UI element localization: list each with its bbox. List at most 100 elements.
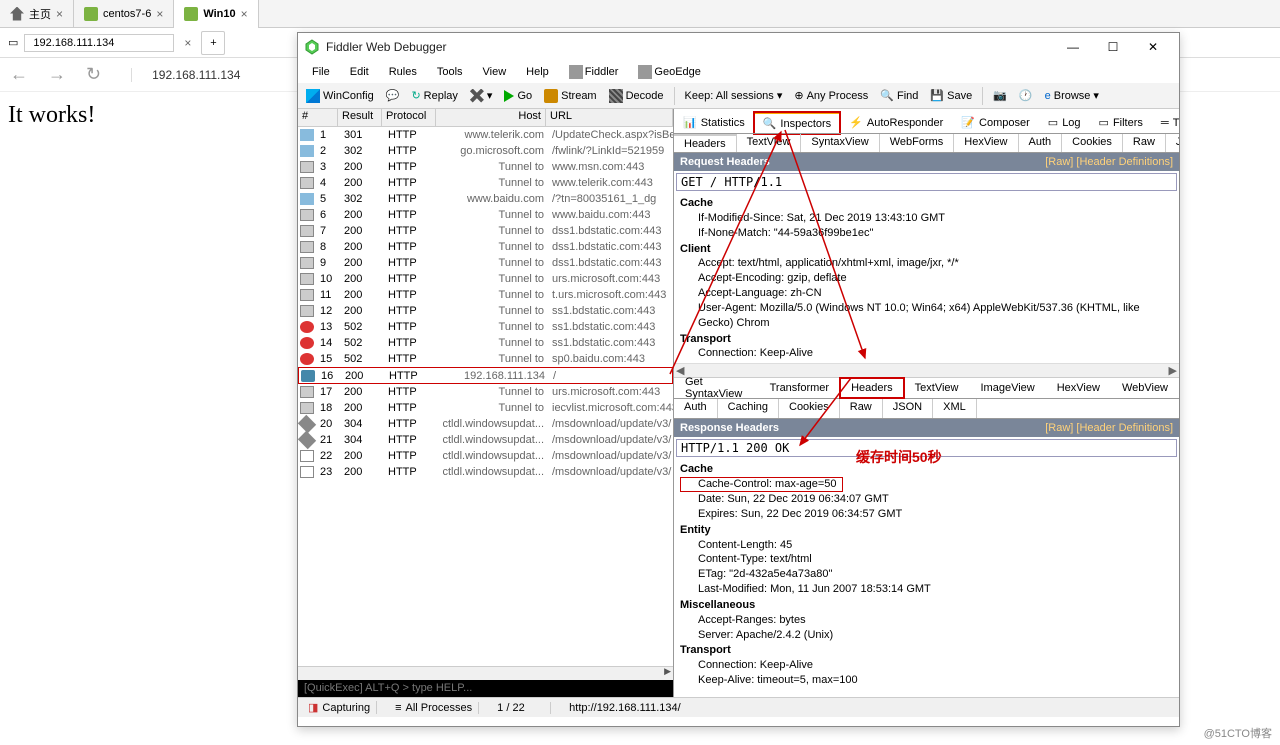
tab-filters[interactable]: ▭Filters — [1090, 112, 1152, 133]
col-num[interactable]: # — [298, 109, 338, 126]
col-url[interactable]: URL — [546, 109, 673, 126]
browse-button[interactable]: eBrowse ▾ — [1041, 87, 1103, 104]
raw-link[interactable]: [Raw] [Header Definitions] — [1045, 156, 1173, 168]
rtab-textview[interactable]: TextView — [904, 378, 970, 398]
table-row[interactable]: 3200HTTPTunnel towww.msn.com:443 — [298, 159, 673, 175]
replay-button[interactable]: ↻Replay — [407, 87, 461, 104]
find-button[interactable]: 🔍Find — [876, 87, 922, 104]
rtab-transformer[interactable]: Transformer — [759, 378, 841, 398]
rtab-headers[interactable]: Headers — [840, 378, 904, 398]
table-row[interactable]: 5302HTTPwww.baidu.com/?tn=80035161_1_dg — [298, 191, 673, 207]
forward-icon[interactable]: → — [48, 64, 66, 85]
table-row[interactable]: 10200HTTPTunnel tours.microsoft.com:443 — [298, 271, 673, 287]
decode-button[interactable]: Decode — [605, 87, 668, 105]
table-row[interactable]: 11200HTTPTunnel tot.urs.microsoft.com:44… — [298, 287, 673, 303]
table-row[interactable]: 7200HTTPTunnel todss1.bdstatic.com:443 — [298, 223, 673, 239]
back-icon[interactable]: ← — [10, 64, 28, 85]
menu-view[interactable]: View — [475, 64, 515, 80]
refresh-icon[interactable]: ↻ — [86, 64, 101, 85]
menu-fiddler[interactable]: Fiddler — [561, 63, 627, 81]
raw-link[interactable]: [Raw] [Header Definitions] — [1045, 422, 1173, 434]
table-row[interactable]: 18200HTTPTunnel toiecvlist.microsoft.com… — [298, 400, 673, 416]
winconfig-button[interactable]: WinConfig — [302, 87, 378, 105]
menu-edit[interactable]: Edit — [342, 64, 377, 80]
rsub-raw[interactable]: Raw — [840, 399, 883, 418]
col-protocol[interactable]: Protocol — [382, 109, 436, 126]
browser-tab-centos[interactable]: centos7-6 × — [74, 0, 174, 28]
timer-button[interactable]: 🕐 — [1015, 87, 1037, 104]
go-button[interactable]: Go — [500, 88, 536, 104]
table-row[interactable]: 2302HTTPgo.microsoft.com/fwlink/?LinkId=… — [298, 143, 673, 159]
rtab-hexview[interactable]: HexView — [1046, 378, 1111, 398]
rtab-imageview[interactable]: ImageView — [970, 378, 1046, 398]
addr-tab[interactable]: 192.168.111.134 — [24, 34, 174, 52]
table-row[interactable]: 9200HTTPTunnel todss1.bdstatic.com:443 — [298, 255, 673, 271]
subtab-json[interactable]: JSON — [1166, 134, 1179, 152]
subtab-webforms[interactable]: WebForms — [880, 134, 955, 152]
rtab-webview[interactable]: WebView — [1111, 378, 1179, 398]
browser-tab-win10[interactable]: Win10 × — [174, 0, 258, 28]
table-row[interactable]: 12200HTTPTunnel toss1.bdstatic.com:443 — [298, 303, 673, 319]
table-row[interactable]: 22200HTTPctldl.windowsupdat.../msdownloa… — [298, 448, 673, 464]
table-row[interactable]: 23200HTTPctldl.windowsupdat.../msdownloa… — [298, 464, 673, 480]
clear-icon[interactable]: × — [184, 36, 191, 50]
col-result[interactable]: Result — [338, 109, 382, 126]
screenshot-button[interactable]: 📷 — [989, 87, 1011, 104]
remove-button[interactable]: ▾ — [466, 87, 497, 105]
table-row[interactable]: 8200HTTPTunnel todss1.bdstatic.com:443 — [298, 239, 673, 255]
subtab-auth[interactable]: Auth — [1019, 134, 1063, 152]
new-tab-button[interactable]: + — [201, 31, 225, 55]
table-row[interactable]: 16200HTTP192.168.111.134/ — [298, 367, 673, 384]
menu-rules[interactable]: Rules — [381, 64, 425, 80]
table-row[interactable]: 17200HTTPTunnel tours.microsoft.com:443 — [298, 384, 673, 400]
tab-statistics[interactable]: 📊Statistics — [674, 112, 754, 133]
address-bar[interactable]: 192.168.111.134 — [131, 68, 250, 82]
table-row[interactable]: 14502HTTPTunnel toss1.bdstatic.com:443 — [298, 335, 673, 351]
save-button[interactable]: 💾Save — [926, 87, 976, 104]
table-row[interactable]: 20304HTTPctldl.windowsupdat.../msdownloa… — [298, 416, 673, 432]
processes-status[interactable]: ≡All Processes — [389, 702, 479, 714]
menu-geoedge[interactable]: GeoEdge — [630, 63, 708, 81]
subtab-textview[interactable]: TextView — [737, 134, 802, 152]
close-button[interactable]: ✕ — [1133, 33, 1173, 61]
session-list[interactable]: 1301HTTPwww.telerik.com/UpdateCheck.aspx… — [298, 127, 673, 666]
subtab-cookies[interactable]: Cookies — [1062, 134, 1123, 152]
any-process-button[interactable]: ⊕Any Process — [790, 87, 872, 104]
table-row[interactable]: 6200HTTPTunnel towww.baidu.com:443 — [298, 207, 673, 223]
tab-autoresponder[interactable]: ⚡AutoResponder — [840, 112, 952, 133]
quickexec[interactable]: [QuickExec] ALT+Q > type HELP... — [298, 680, 673, 697]
minimize-button[interactable]: — — [1053, 33, 1093, 61]
subtab-headers[interactable]: Headers — [674, 134, 737, 152]
maximize-button[interactable]: ☐ — [1093, 33, 1133, 61]
rsub-json[interactable]: JSON — [883, 399, 933, 418]
close-icon[interactable]: × — [241, 7, 248, 21]
tab-log[interactable]: ▭Log — [1039, 112, 1090, 133]
browser-tab-home[interactable]: 主页 × — [0, 0, 74, 28]
col-host[interactable]: Host — [436, 109, 546, 126]
capturing-status[interactable]: ◨Capturing — [302, 701, 377, 714]
table-row[interactable]: 21304HTTPctldl.windowsupdat.../msdownloa… — [298, 432, 673, 448]
subtab-hexview[interactable]: HexView — [954, 134, 1018, 152]
table-row[interactable]: 4200HTTPTunnel towww.telerik.com:443 — [298, 175, 673, 191]
table-row[interactable]: 15502HTTPTunnel tosp0.baidu.com:443 — [298, 351, 673, 367]
subtab-syntaxview[interactable]: SyntaxView — [801, 134, 879, 152]
close-icon[interactable]: × — [156, 7, 163, 21]
tab-composer[interactable]: 📝Composer — [952, 112, 1038, 133]
table-row[interactable]: 1301HTTPwww.telerik.com/UpdateCheck.aspx… — [298, 127, 673, 143]
h-scrollbar[interactable] — [298, 666, 673, 680]
menu-file[interactable]: File — [304, 64, 338, 80]
comment-button[interactable]: 💬 — [382, 87, 404, 104]
menu-tools[interactable]: Tools — [429, 64, 471, 80]
table-row[interactable]: 13502HTTPTunnel toss1.bdstatic.com:443 — [298, 319, 673, 335]
rsub-auth[interactable]: Auth — [674, 399, 718, 418]
tab-timeline[interactable]: ═Timeline — [1152, 113, 1179, 133]
tab-inspectors[interactable]: 🔍Inspectors — [754, 112, 840, 134]
rsub-cookies[interactable]: Cookies — [779, 399, 840, 418]
keep-sessions-button[interactable]: Keep: All sessions ▾ — [681, 87, 787, 104]
rsub-caching[interactable]: Caching — [718, 399, 779, 418]
rsub-xml[interactable]: XML — [933, 399, 977, 418]
menu-help[interactable]: Help — [518, 64, 557, 80]
subtab-raw[interactable]: Raw — [1123, 134, 1166, 152]
stream-button[interactable]: Stream — [540, 87, 600, 105]
close-icon[interactable]: × — [56, 7, 63, 21]
